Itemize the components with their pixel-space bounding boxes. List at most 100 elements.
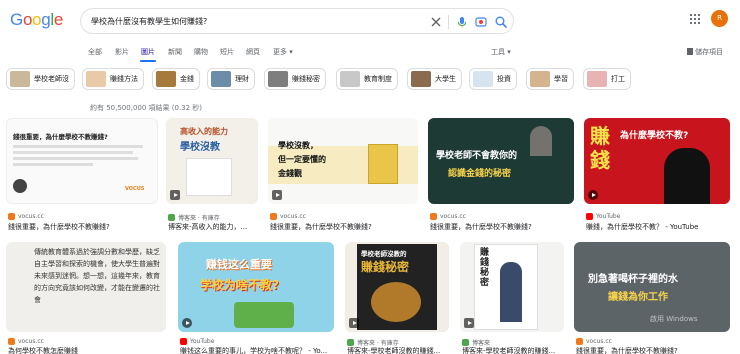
result-image[interactable]: 學校沒教， 但一定要懂的 金錢觀 <box>268 118 418 204</box>
tools-button[interactable]: 工具 ▾ <box>491 47 511 57</box>
result-source: vocus.cc <box>8 213 44 220</box>
result-image[interactable]: 學校老師沒教的 賺錢秘密 <box>345 242 449 332</box>
image-result[interactable]: 學校老師沒教的 賺錢秘密 博客來 · 有庫存 博客來-學校老師沒教的賺錢... <box>345 242 449 354</box>
image-text: 讓錢為你工作 <box>608 292 668 303</box>
result-title[interactable]: 博客來-學校老師沒教的賺錢... <box>347 346 449 354</box>
apps-grid-icon[interactable] <box>689 13 701 25</box>
result-title[interactable]: 錢很重要，為什麼學校不教賺錢? <box>8 222 158 232</box>
logo-letter: e <box>53 10 64 29</box>
site-favicon <box>8 338 15 345</box>
image-result[interactable]: 別急著喝杯子裡的水 讓錢為你工作 啟用 Windows vocus.cc 錢很重… <box>574 242 730 354</box>
image-result[interactable]: 傳統教育體系過於強調分數和學歷，缺乏自主學習和探索的機會，使大學生普遍對未來感到… <box>6 242 166 354</box>
chip-thumbnail <box>587 71 607 87</box>
search-box[interactable]: 學校為什麼沒有教學生如何賺錢? <box>80 8 514 34</box>
result-stats: 約有 50,500,000 項結果 (0.32 秒) <box>90 104 203 112</box>
result-title[interactable]: 錢很重要，為什麼學校不教賺錢? <box>430 222 574 232</box>
collection-badge-icon <box>170 190 180 200</box>
chip[interactable]: 金錢 <box>152 68 200 90</box>
chip-label: 賺錢方法 <box>110 75 138 83</box>
image-text: 別急著喝杯子裡的水 <box>588 274 678 285</box>
chip[interactable]: 賺錢方法 <box>82 68 144 90</box>
chip-thumbnail <box>211 71 231 87</box>
tab-more[interactable]: 更多 ▾ <box>273 47 293 57</box>
result-image[interactable]: 傳統教育體系過於強調分數和學歷，缺乏自主學習和探索的機會，使大學生普遍對未來感到… <box>6 242 166 332</box>
microphone-icon[interactable] <box>455 15 469 29</box>
image-result[interactable]: 學校老師不會教你的 認識金錢的秘密 vocus.cc 錢很重要，為什麼學校不教賺… <box>428 118 574 234</box>
chip[interactable]: 大學生 <box>407 68 462 90</box>
chip-thumbnail <box>340 71 360 87</box>
tab-all[interactable]: 全部 <box>88 47 102 57</box>
header: Google 學校為什麼沒有教學生如何賺錢? R <box>0 0 740 44</box>
image-text: 赚钱这么重要 <box>206 258 272 271</box>
result-title[interactable]: 錢很重要，為什麼學校不教賺錢? <box>576 346 730 354</box>
chip[interactable]: 賺錢秘密 <box>264 68 326 90</box>
result-image[interactable]: 錢很重要，為什麼學校不教賺錢? VOCUS <box>6 118 158 204</box>
site-favicon <box>462 339 469 346</box>
result-title[interactable]: 博客來-學校老師沒教的賺錢... <box>462 346 564 354</box>
saved-items-label: 儲存項目 <box>695 48 723 56</box>
image-result[interactable]: 學校沒教， 但一定要懂的 金錢觀 vocus.cc 錢很重要，為什麼學校不教賺錢… <box>268 118 418 234</box>
tab-videos[interactable]: 影片 <box>115 47 129 57</box>
result-source: YouTube <box>180 338 214 345</box>
lens-camera-icon[interactable] <box>474 15 488 29</box>
search-input[interactable]: 學校為什麼沒有教學生如何賺錢? <box>91 16 207 27</box>
result-image[interactable]: 高收入的能力 學校沒教 <box>166 118 258 204</box>
play-video-icon <box>182 318 192 328</box>
image-text: 但一定要懂的 <box>278 155 326 164</box>
result-title[interactable]: 賺钱这么重要的事儿，学校为啥不教呢？ - Yo... <box>180 346 334 354</box>
chip-label: 賺錢秘密 <box>292 75 320 83</box>
result-image[interactable]: 赚钱这么重要 学校为啥不教? <box>178 242 334 332</box>
result-title[interactable]: 錢很重要，為什麼學校不教賺錢? <box>270 222 418 232</box>
chip[interactable]: 教育制度 <box>336 68 398 90</box>
source-name: vocus.cc <box>18 338 44 345</box>
result-source: vocus.cc <box>8 338 44 345</box>
image-result[interactable]: 賺 錢 為什麼學校不教? YouTube 賺錢，為什麼學校不教？ - YouTu… <box>584 118 730 234</box>
chip-thumbnail <box>530 71 550 87</box>
site-favicon <box>430 213 437 220</box>
result-image[interactable]: 賺 錢 為什麼學校不教? <box>584 118 730 204</box>
image-result[interactable]: 賺錢秘密 博客來 博客來-學校老師沒教的賺錢... <box>460 242 564 354</box>
source-name: YouTube <box>190 338 215 345</box>
result-source: YouTube <box>586 213 620 220</box>
google-logo[interactable]: Google <box>10 10 63 30</box>
logo-letter: o <box>22 10 33 29</box>
chip-thumbnail <box>411 71 431 87</box>
image-text: 傳統教育體系過於強調分數和學歷，缺乏自主學習和探索的機會，使大學生普遍對未來感到… <box>34 248 160 304</box>
chip[interactable]: 理財 <box>207 68 255 90</box>
chip-label: 投資 <box>497 75 511 83</box>
result-image[interactable]: 賺錢秘密 <box>460 242 564 332</box>
tab-shorts[interactable]: 短片 <box>220 47 234 57</box>
result-image[interactable]: 別急著喝杯子裡的水 讓錢為你工作 啟用 Windows <box>574 242 730 332</box>
image-result[interactable]: 錢很重要，為什麼學校不教賺錢? VOCUS vocus.cc 錢很重要，為什麼學… <box>6 118 158 234</box>
chip-label: 理財 <box>235 75 249 83</box>
saved-items-button[interactable]: 儲存項目 <box>687 47 723 57</box>
image-text: 認識金錢的秘密 <box>448 169 512 179</box>
chip[interactable]: 學習 <box>526 68 574 90</box>
chip-label: 金錢 <box>180 75 194 83</box>
account-avatar[interactable]: R <box>711 10 728 27</box>
tab-shopping[interactable]: 購物 <box>194 47 208 57</box>
chip[interactable]: 投資 <box>469 68 517 90</box>
image-result[interactable]: 高收入的能力 學校沒教 博客來 · 有庫存 博客來-高收入的能力，... <box>166 118 258 234</box>
chip[interactable]: 學校老師沒 <box>6 68 75 90</box>
image-text: 賺錢秘密 <box>361 260 410 274</box>
tab-images[interactable]: 圖片 <box>141 47 155 57</box>
search-divider <box>448 15 449 29</box>
chip[interactable]: 打工 <box>583 68 631 90</box>
result-image[interactable]: 學校老師不會教你的 認識金錢的秘密 <box>428 118 574 204</box>
active-tab-indicator <box>140 60 156 62</box>
image-text: 學校老師沒教的 <box>361 250 407 258</box>
clear-icon[interactable] <box>429 15 443 29</box>
result-source: 博客來 · 有庫存 <box>168 213 220 222</box>
image-result[interactable]: 赚钱这么重要 学校为啥不教? YouTube 賺钱这么重要的事儿，学校为啥不教呢… <box>178 242 334 354</box>
tab-news[interactable]: 新聞 <box>168 47 182 57</box>
result-title[interactable]: 為何學校不教怎麼賺錢 <box>8 346 166 354</box>
tab-web[interactable]: 網頁 <box>246 47 260 57</box>
chip-thumbnail <box>156 71 176 87</box>
result-title[interactable]: 賺錢，為什麼學校不教？ - YouTube <box>586 222 730 232</box>
source-name: YouTube <box>596 213 621 220</box>
search-icon[interactable] <box>494 15 508 29</box>
bookmark-icon <box>687 48 693 55</box>
source-name: vocus.cc <box>18 213 44 220</box>
result-title[interactable]: 博客來-高收入的能力，... <box>168 222 258 232</box>
